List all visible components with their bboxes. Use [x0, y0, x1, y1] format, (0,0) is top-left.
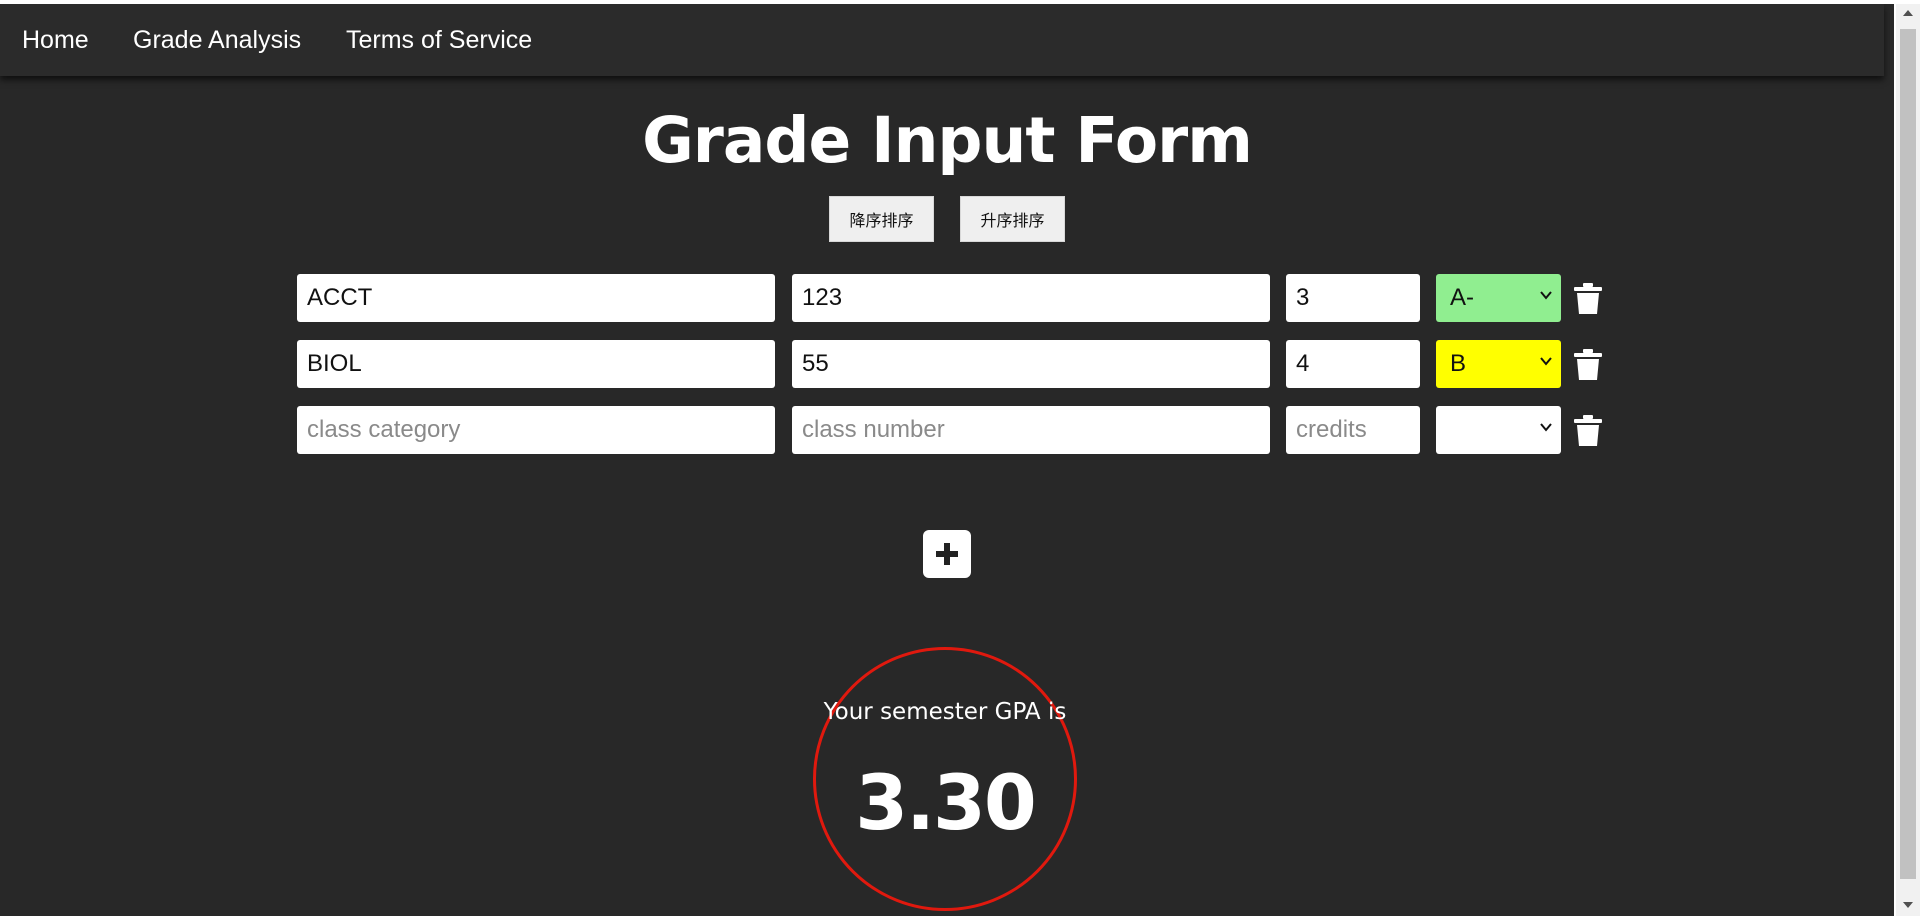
- grade-select-value: A-: [1450, 284, 1474, 311]
- scroll-down-arrow-icon[interactable]: [1903, 902, 1913, 908]
- grade-select[interactable]: A-: [1436, 274, 1561, 322]
- sort-ascending-button[interactable]: 升序排序: [960, 196, 1065, 242]
- chevron-down-icon: [1540, 423, 1552, 432]
- nav-link-home[interactable]: Home: [22, 26, 89, 55]
- class-number-input[interactable]: [792, 340, 1270, 388]
- vertical-scrollbar[interactable]: [1896, 4, 1920, 916]
- top-navbar: Home Grade Analysis Terms of Service: [0, 4, 1884, 76]
- nav-link-grade-analysis[interactable]: Grade Analysis: [133, 26, 301, 55]
- add-row-button[interactable]: [923, 530, 971, 578]
- scroll-up-arrow-icon[interactable]: [1903, 10, 1913, 16]
- app-viewport: Home Grade Analysis Terms of Service Gra…: [0, 4, 1894, 916]
- chevron-down-icon: [1540, 357, 1552, 366]
- credits-input[interactable]: [1286, 274, 1420, 322]
- gpa-value: 3.30: [855, 758, 1037, 847]
- class-category-input[interactable]: [297, 406, 775, 454]
- class-category-input[interactable]: [297, 340, 775, 388]
- sort-descending-button[interactable]: 降序排序: [829, 196, 934, 242]
- trash-icon[interactable]: [1573, 415, 1603, 447]
- class-number-input[interactable]: [792, 406, 1270, 454]
- class-category-input[interactable]: [297, 274, 775, 322]
- trash-icon[interactable]: [1573, 349, 1603, 381]
- gpa-label: Your semester GPA is: [823, 699, 1067, 725]
- plus-icon: [936, 543, 958, 565]
- credits-input[interactable]: [1286, 406, 1420, 454]
- scrollbar-thumb[interactable]: [1900, 29, 1916, 879]
- nav-link-terms-of-service[interactable]: Terms of Service: [346, 26, 532, 55]
- chevron-down-icon: [1540, 291, 1552, 300]
- page-title: Grade Input Form: [642, 104, 1253, 177]
- class-number-input[interactable]: [792, 274, 1270, 322]
- trash-icon[interactable]: [1573, 283, 1603, 315]
- gpa-circle: Your semester GPA is 3.30: [813, 647, 1077, 911]
- grade-select[interactable]: [1436, 406, 1561, 454]
- grade-select[interactable]: B: [1436, 340, 1561, 388]
- credits-input[interactable]: [1286, 340, 1420, 388]
- grade-select-value: B: [1450, 350, 1467, 377]
